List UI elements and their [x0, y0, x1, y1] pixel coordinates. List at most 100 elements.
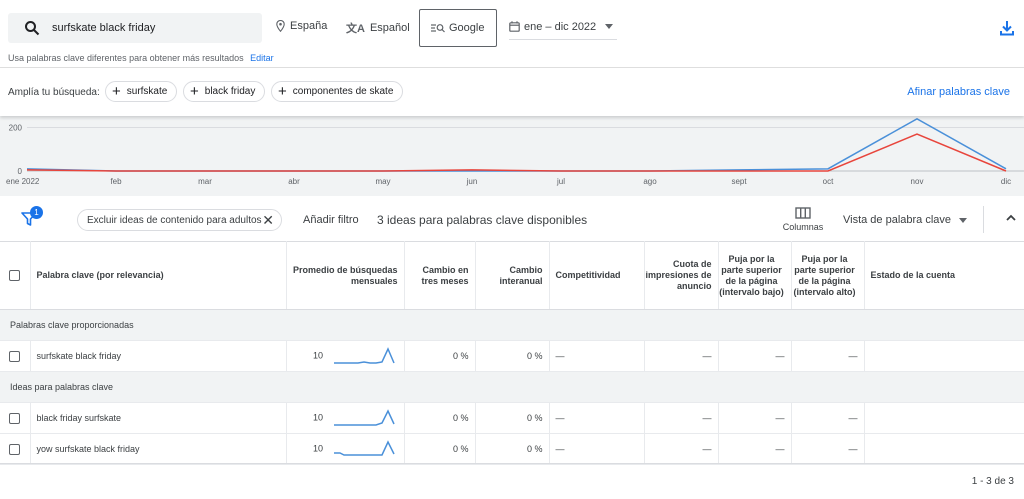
- columns-label: Columnas: [782, 222, 824, 232]
- chevron-down-icon: [959, 217, 968, 223]
- search-network-icon: [431, 24, 445, 33]
- x-tick-label: jul: [556, 177, 565, 186]
- columns-icon: [795, 207, 811, 219]
- chip-black-friday[interactable]: + black friday: [183, 81, 266, 102]
- impression-share-cell: —: [644, 433, 719, 465]
- bid-high-cell: —: [791, 340, 865, 372]
- close-icon[interactable]: ✕: [262, 212, 274, 229]
- row-checkbox-cell: [0, 340, 31, 372]
- table-footer: 1 - 3 de 3: [0, 463, 1024, 499]
- account-status-header[interactable]: Estado de la cuenta: [864, 241, 1024, 310]
- keyword-cell: surfskate black friday: [30, 340, 287, 372]
- ideas-count: 3 ideas para palabras clave disponibles: [377, 213, 588, 227]
- broaden-label: Amplía tu búsqueda:: [8, 87, 100, 98]
- impression-share-header[interactable]: Cuota de impresiones de anuncio: [644, 241, 719, 310]
- row-checkbox[interactable]: [9, 412, 21, 424]
- keyword-header[interactable]: Palabra clave (por relevancia): [30, 241, 287, 310]
- section-provided-label: Palabras clave proporcionadas: [0, 309, 1024, 341]
- keyword-cell: yow surfskate black friday: [30, 433, 287, 465]
- yoy-cell: 0 %: [475, 402, 550, 434]
- x-tick-label: nov: [911, 177, 924, 186]
- account-status-cell: [864, 402, 1024, 434]
- add-filter-button[interactable]: Añadir filtro: [303, 214, 359, 226]
- account-status-cell: [864, 340, 1024, 372]
- columns-button[interactable]: Columnas: [782, 207, 824, 232]
- table-row: surfskate black friday 10 0 % 0 % — — — …: [0, 340, 1024, 372]
- line-chart: 200 0ene 2022 feb mar abr may jun jul ago sept oct…: [6, 117, 1024, 186]
- yoy-change-header[interactable]: Cambio interanual: [475, 241, 550, 310]
- competition-cell: —: [549, 433, 645, 465]
- yoy-cell: 0 %: [475, 340, 550, 372]
- network-filter[interactable]: Google: [419, 9, 497, 47]
- date-range-label: ene – dic 2022: [524, 20, 597, 33]
- x-tick-label: ene 2022: [6, 177, 40, 186]
- hint-text: Usa palabras clave diferentes para obten…: [8, 53, 244, 63]
- row-checkbox-cell: [0, 433, 31, 465]
- bid-low-cell: —: [718, 402, 792, 434]
- date-range-select[interactable]: ene – dic 2022: [509, 14, 617, 40]
- avg-searches-header[interactable]: Promedio de búsquedas mensuales: [286, 241, 405, 310]
- trend-sparkline: [333, 409, 395, 426]
- x-tick-label: dic: [1001, 177, 1011, 186]
- competition-header[interactable]: Competitividad: [549, 241, 645, 310]
- table-row: yow surfskate black friday 10 0 % 0 % — …: [0, 433, 1024, 465]
- top-filter-bar: surfskate black friday España 文A Español…: [0, 0, 1024, 68]
- chip-label: componentes de skate: [292, 86, 394, 97]
- x-tick-label: ago: [643, 177, 657, 186]
- location-pin-icon: [276, 20, 285, 32]
- avg-searches-cell: 10: [286, 340, 405, 372]
- plus-icon: +: [112, 83, 121, 100]
- competition-cell: —: [549, 340, 645, 372]
- select-all-checkbox[interactable]: [9, 270, 21, 282]
- three-month-change-header[interactable]: Cambio en tres meses: [404, 241, 476, 310]
- exclude-adult-chip[interactable]: Excluir ideas de contenido para adultos …: [77, 209, 282, 231]
- y-tick-label: 0: [18, 167, 23, 176]
- download-icon[interactable]: [1000, 20, 1014, 36]
- x-tick-label: jun: [466, 177, 478, 186]
- pagination-label: 1 - 3 de 3: [971, 476, 1014, 487]
- series-line: [26, 133, 1007, 172]
- chip-label: black friday: [204, 86, 256, 97]
- chip-surfskate[interactable]: + surfskate: [105, 81, 178, 102]
- table-row: black friday surfskate 10 0 % 0 % — — — …: [0, 402, 1024, 434]
- row-checkbox[interactable]: [9, 443, 21, 455]
- section-ideas-label: Ideas para palabras clave: [0, 371, 1024, 403]
- view-select[interactable]: Vista de palabra clave: [843, 214, 968, 226]
- plus-icon: +: [190, 83, 199, 100]
- bid-low-header[interactable]: Puja por la parte superior de la página …: [718, 241, 792, 310]
- competition-cell: —: [549, 402, 645, 434]
- bid-low-cell: —: [718, 433, 792, 465]
- chip-label: surfskate: [126, 86, 168, 97]
- x-tick-label: abr: [288, 177, 300, 186]
- search-input[interactable]: surfskate black friday: [8, 13, 262, 43]
- section-row: Palabras clave proporcionadas: [0, 309, 1024, 341]
- calendar-icon: [509, 21, 520, 32]
- x-tick-label: feb: [110, 177, 122, 186]
- location-label: España: [290, 20, 328, 32]
- search-icon: [25, 21, 40, 36]
- location-filter[interactable]: España: [276, 20, 327, 32]
- select-all-cell: [0, 241, 31, 310]
- impression-share-cell: —: [644, 402, 719, 434]
- series-line: [26, 117, 1007, 172]
- exclude-adult-label: Excluir ideas de contenido para adultos: [87, 214, 262, 226]
- filter-count-badge: 1: [30, 206, 43, 219]
- impression-share-cell: —: [644, 340, 719, 372]
- search-hint: Usa palabras clave diferentes para obten…: [8, 53, 274, 63]
- search-query: surfskate black friday: [52, 22, 156, 34]
- table-header-row: Palabra clave (por relevancia) Promedio …: [0, 241, 1024, 310]
- avg-searches-value: 10: [312, 350, 323, 361]
- bid-high-header[interactable]: Puja por la parte superior de la página …: [791, 241, 865, 310]
- yoy-cell: 0 %: [475, 433, 550, 465]
- refine-keywords-link[interactable]: Afinar palabras clave: [907, 86, 1010, 98]
- edit-link[interactable]: Editar: [250, 53, 274, 63]
- chevron-up-icon[interactable]: [1005, 212, 1017, 224]
- keyword-table: Palabra clave (por relevancia) Promedio …: [0, 241, 1024, 465]
- section-row: Ideas para palabras clave: [0, 371, 1024, 403]
- row-checkbox[interactable]: [9, 350, 21, 362]
- avg-searches-value: 10: [312, 443, 323, 454]
- chip-componentes-de-skate[interactable]: + componentes de skate: [271, 81, 404, 102]
- x-tick-label: may: [375, 177, 390, 186]
- language-filter[interactable]: 文A Español: [346, 20, 410, 36]
- account-status-cell: [864, 433, 1024, 465]
